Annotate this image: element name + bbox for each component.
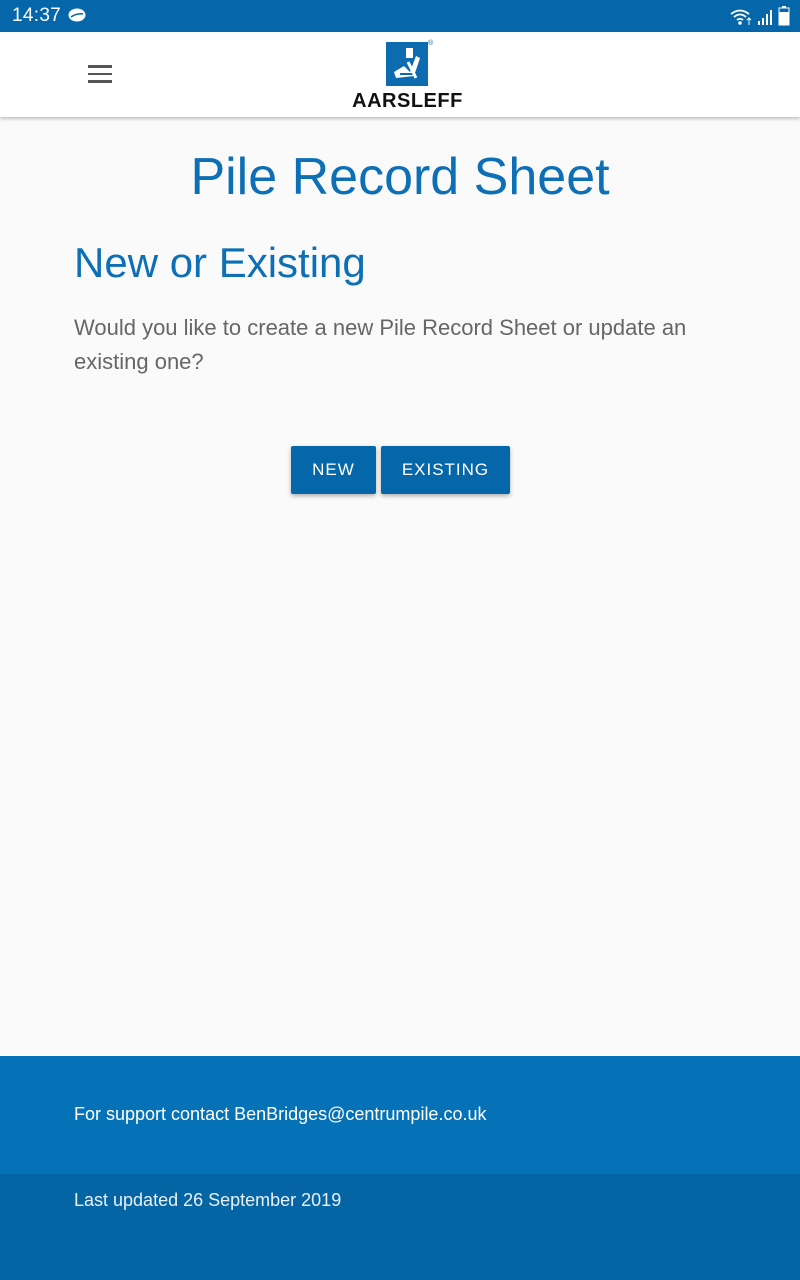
app-bar: ® AARSLEFF	[0, 32, 800, 117]
status-time: 14:37	[12, 5, 62, 26]
support-contact: For support contact BenBridges@centrumpi…	[74, 1104, 487, 1124]
footer-support: For support contact BenBridges@centrumpi…	[0, 1056, 800, 1174]
hamburger-menu-icon[interactable]	[78, 54, 122, 94]
prompt-text: Would you like to create a new Pile Reco…	[74, 315, 687, 374]
signal-icon	[757, 8, 773, 31]
status-icons	[730, 6, 790, 31]
section-title: New or Existing	[74, 239, 366, 286]
logo-wordmark: AARSLEFF	[352, 90, 463, 112]
new-button[interactable]: NEW	[291, 446, 376, 494]
wifi-icon	[730, 8, 752, 31]
status-bar: 14:37	[0, 0, 800, 32]
footer-updated: Last updated 26 September 2019	[0, 1174, 800, 1280]
existing-button[interactable]: EXISTING	[381, 446, 510, 494]
page-title: Pile Record Sheet	[190, 148, 610, 206]
logo-mark-icon	[386, 42, 428, 86]
chat-bubble-icon	[68, 8, 86, 27]
last-updated: Last updated 26 September 2019	[74, 1190, 342, 1210]
registered-mark: ®	[428, 40, 434, 47]
aarsleff-logo: ® AARSLEFF	[345, 40, 470, 112]
main-content: Pile Record Sheet New or Existing Would …	[0, 117, 800, 1056]
battery-icon	[778, 6, 790, 31]
